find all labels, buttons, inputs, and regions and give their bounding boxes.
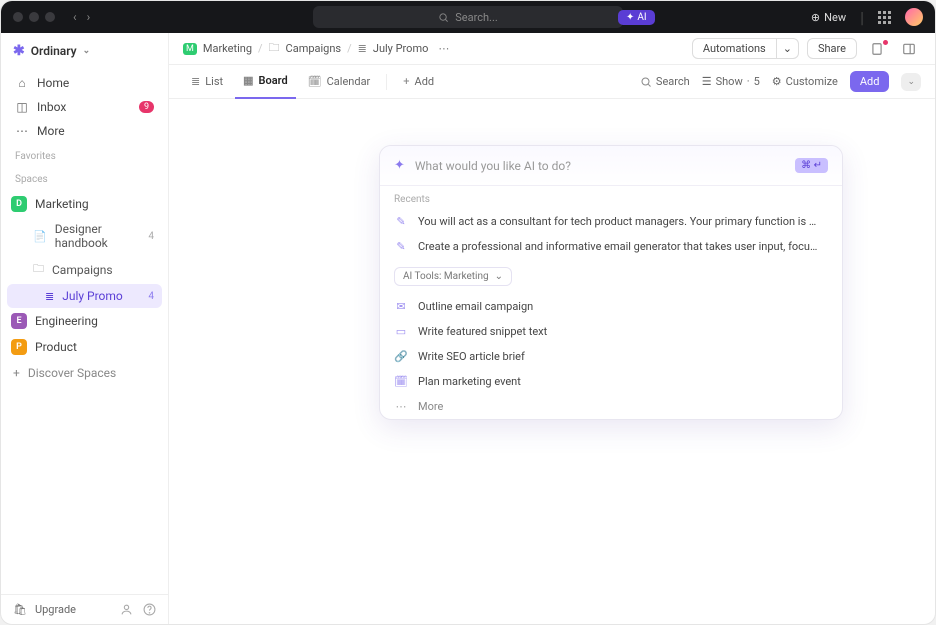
link-icon: 🔗 <box>394 350 408 363</box>
gear-icon: ⚙ <box>772 75 782 88</box>
automations-button[interactable]: Automations <box>692 38 777 59</box>
nav-inbox[interactable]: ◫ Inbox 9 <box>9 95 160 119</box>
search-icon <box>438 12 449 23</box>
chevron-down-icon: ⌄ <box>83 46 91 56</box>
titlebar: ‹ › Search... ✦ AI ⊕ New | <box>1 1 935 33</box>
recent-item-1[interactable]: ✎ You will act as a consultant for tech … <box>380 209 842 234</box>
crumb-folder[interactable]: Campaigns <box>286 42 342 55</box>
customize-link[interactable]: ⚙ Customize <box>772 75 838 88</box>
list-icon: ≣ <box>358 42 367 55</box>
list-icon: ≣ <box>45 290 54 303</box>
show-link[interactable]: ☰ Show · 5 <box>702 75 760 88</box>
sidebar-item-campaigns[interactable]: 🗀 Campaigns <box>7 255 162 284</box>
view-list[interactable]: ≣ List <box>183 65 231 99</box>
chevron-down-icon: ⌄ <box>783 42 792 55</box>
avatar[interactable] <box>905 8 923 26</box>
content: M Marketing / 🗀 Campaigns / ≣ July Promo… <box>169 33 935 624</box>
plus-icon: ⊕ <box>811 11 820 24</box>
more-icon[interactable]: ⋯ <box>438 42 449 55</box>
logo-icon: ✱ <box>13 43 25 59</box>
shortcut-hint: ⌘ ↵ <box>795 158 828 173</box>
folder-icon: 🗀 <box>269 39 280 58</box>
add-dropdown[interactable]: ⌄ <box>901 73 921 91</box>
crumb-space[interactable]: Marketing <box>203 42 252 55</box>
view-bar: ≣ List ▦ Board 🗓 Calendar + Add <box>169 65 935 99</box>
space-badge: E <box>11 313 27 329</box>
plus-icon: + <box>403 75 409 88</box>
sparkle-icon: ✦ <box>394 158 405 173</box>
global-search[interactable]: Search... <box>313 6 623 28</box>
more-icon: ⋯ <box>15 124 29 138</box>
calendar-icon: 🗓 <box>308 75 322 88</box>
window-controls[interactable] <box>13 12 55 22</box>
favorites-label: Favorites <box>1 145 168 168</box>
chevron-down-icon: ⌄ <box>495 271 503 282</box>
help-icon[interactable] <box>143 603 156 616</box>
ai-tool-snippet[interactable]: ▭ Write featured snippet text <box>380 319 842 344</box>
ai-tool-plan-event[interactable]: 🗓 Plan marketing event <box>380 369 842 394</box>
ai-more[interactable]: ⋯ More <box>380 394 842 419</box>
doc-icon: 📄 <box>33 230 47 243</box>
columns-icon: ☰ <box>702 75 712 88</box>
automations-dropdown[interactable]: ⌄ <box>777 38 799 59</box>
recent-item-2[interactable]: ✎ Create a professional and informative … <box>380 234 842 259</box>
board-icon: ▦ <box>243 74 253 87</box>
spaces-label: Spaces <box>1 168 168 191</box>
mail-icon: ✉ <box>394 300 408 313</box>
view-calendar[interactable]: 🗓 Calendar <box>300 65 379 99</box>
sidebar-item-designer-handbook[interactable]: 📄 Designer handbook 4 <box>7 217 162 255</box>
space-badge: P <box>11 339 27 355</box>
new-button[interactable]: ⊕ New <box>811 11 846 24</box>
ai-chip[interactable]: ✦ AI <box>618 10 655 25</box>
upgrade-icon: 🛍 <box>13 603 27 616</box>
notifications-icon[interactable] <box>865 39 889 59</box>
sparkle-icon: ✦ <box>626 12 634 23</box>
nav-home[interactable]: ⌂ Home <box>9 71 160 95</box>
person-icon[interactable] <box>120 603 133 616</box>
ai-prompt-input[interactable]: What would you like AI to do? <box>415 159 785 173</box>
apps-grid-icon[interactable] <box>878 11 891 24</box>
card-icon: ▭ <box>394 325 408 338</box>
ai-panel: ✦ What would you like AI to do? ⌘ ↵ Rece… <box>379 145 843 420</box>
search-link[interactable]: Search <box>640 75 690 88</box>
wand-icon: ✎ <box>394 215 408 228</box>
ai-tools-filter[interactable]: AI Tools: Marketing ⌄ <box>394 267 512 286</box>
space-engineering[interactable]: E Engineering <box>1 308 168 334</box>
space-product[interactable]: P Product <box>1 334 168 360</box>
upgrade-link[interactable]: Upgrade <box>35 603 76 616</box>
space-marketing[interactable]: D Marketing <box>1 191 168 217</box>
add-button[interactable]: Add <box>850 71 890 92</box>
list-icon: ≣ <box>191 75 200 88</box>
space-badge: D <box>11 196 27 212</box>
inbox-badge: 9 <box>139 101 154 113</box>
view-add[interactable]: + Add <box>395 65 442 99</box>
calendar-icon: 🗓 <box>394 375 408 388</box>
wand-icon: ✎ <box>394 240 408 253</box>
share-button[interactable]: Share <box>807 38 857 59</box>
search-placeholder: Search... <box>455 11 498 24</box>
ai-tool-seo-brief[interactable]: 🔗 Write SEO article brief <box>380 344 842 369</box>
space-chip[interactable]: M <box>183 43 197 55</box>
discover-spaces[interactable]: + Discover Spaces <box>1 360 168 386</box>
crumb-list[interactable]: July Promo <box>373 42 429 55</box>
recents-label: Recents <box>380 185 842 209</box>
nav-forward-icon[interactable]: › <box>87 10 91 24</box>
ai-tool-outline-email[interactable]: ✉ Outline email campaign <box>380 294 842 319</box>
sidebar: ✱ Ordinary ⌄ ⌂ Home ◫ Inbox 9 ⋯ More <box>1 33 169 624</box>
workspace-switcher[interactable]: ✱ Ordinary ⌄ <box>1 33 168 69</box>
plus-icon: + <box>13 366 20 380</box>
home-icon: ⌂ <box>15 76 29 90</box>
sidebar-item-july-promo[interactable]: ≣ July Promo 4 <box>7 284 162 308</box>
inbox-icon: ◫ <box>15 100 29 114</box>
panel-icon[interactable] <box>897 39 921 59</box>
breadcrumb-bar: M Marketing / 🗀 Campaigns / ≣ July Promo… <box>169 33 935 65</box>
nav-more[interactable]: ⋯ More <box>9 119 160 143</box>
view-board[interactable]: ▦ Board <box>235 65 296 99</box>
nav-back-icon[interactable]: ‹ <box>73 10 77 24</box>
folder-icon: 🗀 <box>33 260 44 279</box>
more-icon: ⋯ <box>394 400 408 413</box>
